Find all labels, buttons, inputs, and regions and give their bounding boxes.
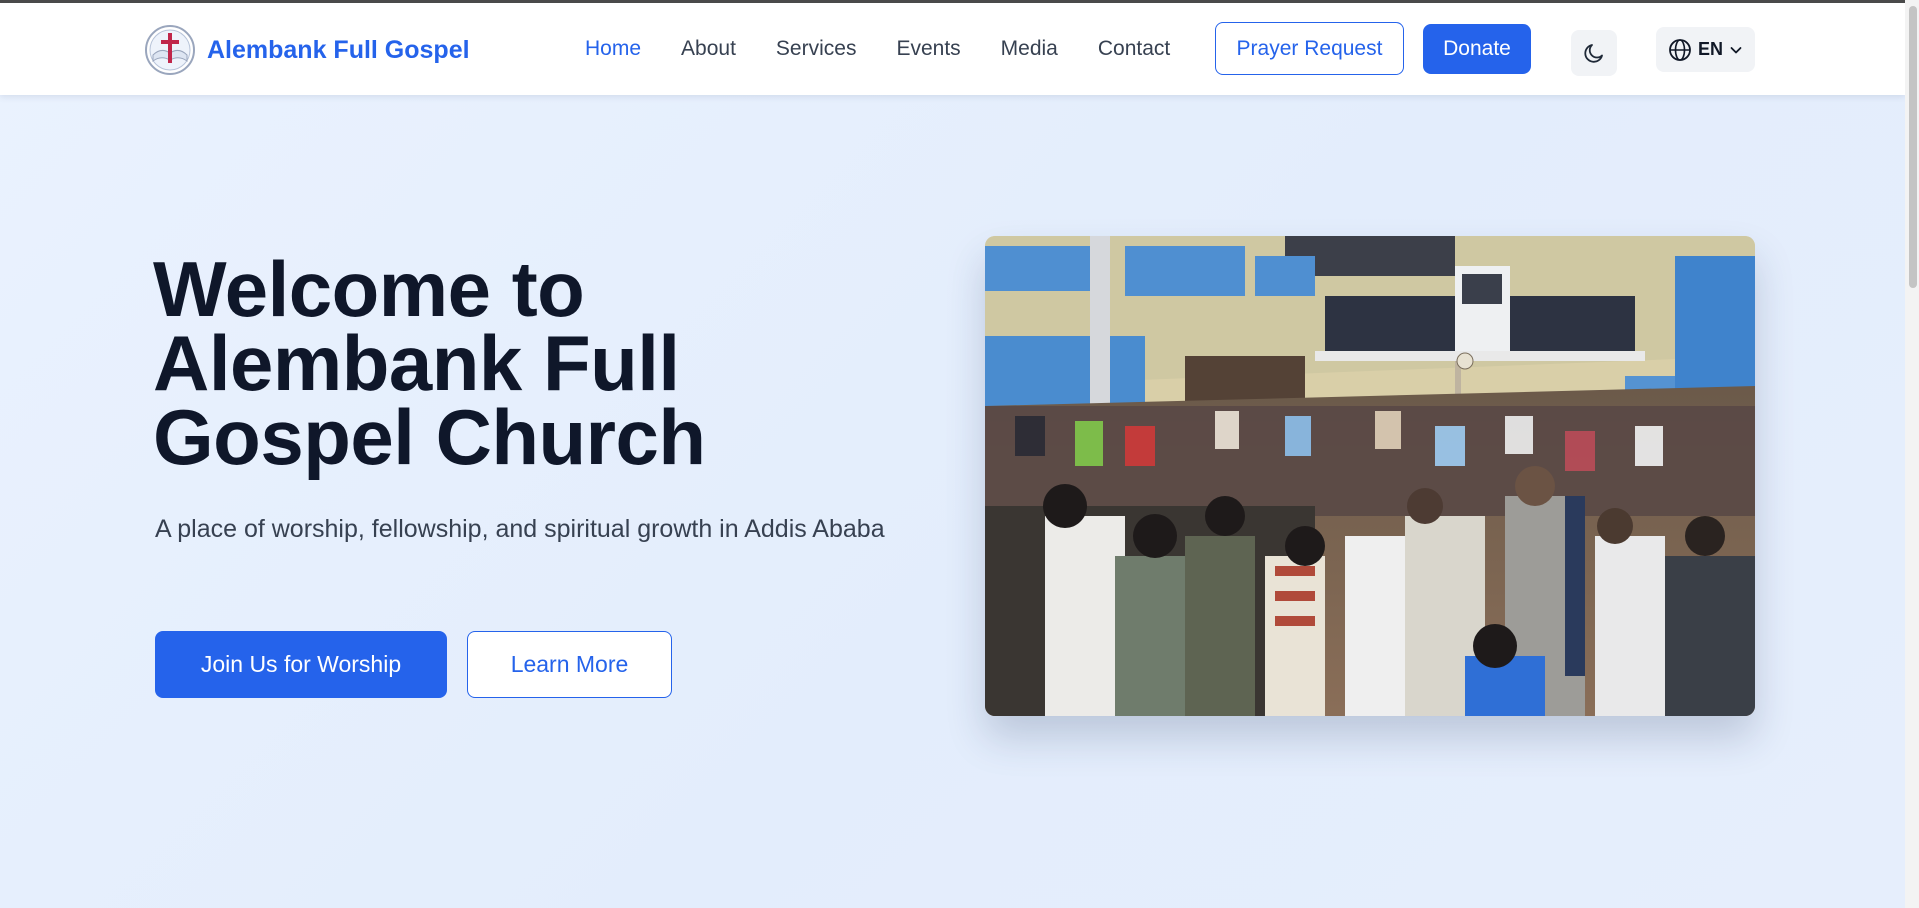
globe-icon [1669,38,1691,61]
brand-name: Alembank Full Gospel [207,35,470,64]
hero-title-line: Gospel Church [153,393,706,481]
congregation-photo [985,236,1755,716]
church-cross-logo [145,25,195,75]
nav-events[interactable]: Events [896,37,960,61]
navbar: Alembank Full Gospel Home About Services… [0,3,1905,95]
nav-about[interactable]: About [681,37,736,61]
nav-services[interactable]: Services [776,37,857,61]
page-scrollbar-thumb[interactable] [1909,6,1917,288]
nav-contact[interactable]: Contact [1098,37,1170,61]
main-nav: Home About Services Events Media Contact [585,37,1210,61]
nav-media[interactable]: Media [1001,37,1058,61]
hero-subtitle: A place of worship, fellowship, and spir… [155,515,885,543]
theme-toggle-button[interactable] [1571,30,1617,76]
moon-icon [1584,44,1603,63]
join-worship-button[interactable]: Join Us for Worship [155,631,447,698]
chevron-down-icon [1730,46,1742,53]
prayer-request-button[interactable]: Prayer Request [1215,22,1404,75]
language-code: EN [1697,39,1723,59]
hero-title: Welcome to Alembank Full Gospel Church [153,250,853,476]
donate-button[interactable]: Donate [1423,24,1531,74]
nav-home[interactable]: Home [585,37,641,61]
language-selector[interactable]: EN [1656,27,1755,72]
brand-link[interactable]: Alembank Full Gospel [145,25,470,75]
learn-more-button[interactable]: Learn More [467,631,672,698]
